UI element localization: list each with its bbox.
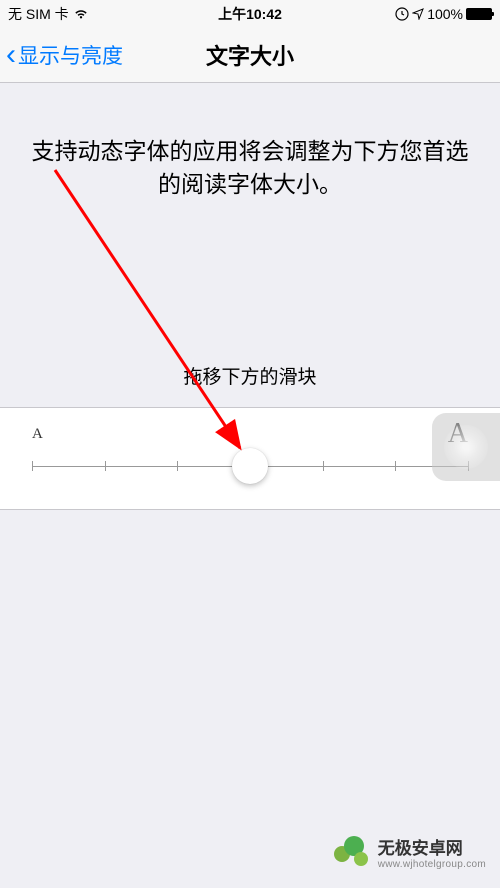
text-size-slider-container: A A bbox=[0, 407, 500, 510]
watermark: 无极安卓网 www.wjhotelgroup.com bbox=[334, 836, 486, 874]
page-title: 文字大小 bbox=[206, 39, 294, 71]
slider-tick bbox=[395, 461, 396, 471]
location-icon bbox=[412, 8, 424, 20]
slider-instruction: 拖移下方的滑块 bbox=[0, 362, 500, 389]
nav-bar: ‹ 显示与亮度 文字大小 bbox=[0, 28, 500, 83]
small-a-label: A bbox=[32, 426, 43, 443]
back-button[interactable]: ‹ 显示与亮度 bbox=[0, 40, 123, 70]
status-bar: 无 SIM 卡 上午10:42 100% bbox=[0, 0, 500, 28]
slider-tick bbox=[32, 461, 33, 471]
battery-icon bbox=[466, 8, 492, 20]
assistive-touch-icon bbox=[444, 425, 488, 469]
watermark-url: www.wjhotelgroup.com bbox=[378, 859, 486, 870]
assistive-touch-button[interactable] bbox=[432, 413, 500, 481]
status-left: 无 SIM 卡 bbox=[8, 4, 89, 24]
watermark-text: 无极安卓网 www.wjhotelgroup.com bbox=[378, 840, 486, 870]
status-right: 100% bbox=[395, 6, 492, 22]
lock-rotation-icon bbox=[395, 7, 409, 21]
text-size-slider[interactable] bbox=[32, 451, 468, 481]
slider-size-labels: A A bbox=[32, 426, 468, 443]
carrier-text: 无 SIM 卡 bbox=[8, 4, 69, 24]
wifi-icon bbox=[73, 8, 89, 20]
chevron-left-icon: ‹ bbox=[6, 40, 16, 70]
watermark-title: 无极安卓网 bbox=[378, 840, 486, 859]
back-label: 显示与亮度 bbox=[18, 40, 123, 70]
status-time: 上午10:42 bbox=[218, 4, 282, 24]
slider-tick bbox=[323, 461, 324, 471]
slider-tick bbox=[105, 461, 106, 471]
slider-thumb[interactable] bbox=[232, 448, 268, 484]
description-text: 支持动态字体的应用将会调整为下方您首选的阅读字体大小。 bbox=[0, 83, 500, 202]
battery-percent: 100% bbox=[427, 6, 463, 22]
slider-tick bbox=[177, 461, 178, 471]
watermark-logo-icon bbox=[334, 836, 372, 874]
